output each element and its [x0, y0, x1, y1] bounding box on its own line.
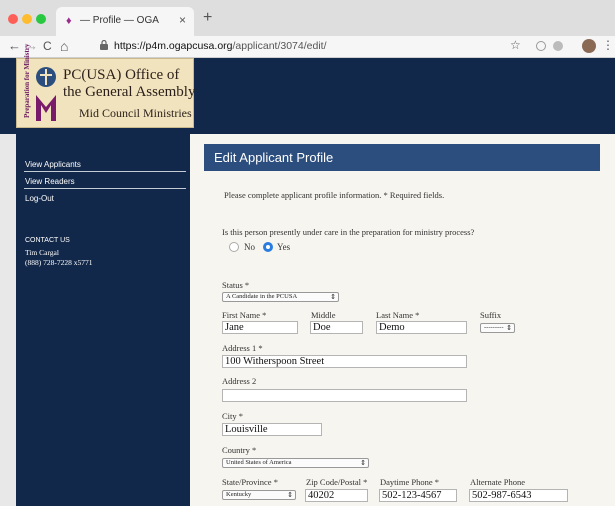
home-button[interactable]: ⌂ — [60, 38, 68, 54]
maximize-window-button[interactable] — [36, 14, 46, 24]
suffix-select-value: --------- — [484, 324, 504, 331]
city-input[interactable]: Louisville — [222, 423, 322, 436]
middle-name-label: Middle — [311, 310, 336, 320]
presbyterian-seal-icon — [36, 67, 56, 121]
daytime-phone-label: Daytime Phone * — [380, 477, 440, 487]
country-select-value: United States of America — [226, 459, 292, 466]
extension-icon[interactable] — [536, 41, 546, 51]
logo-title-line1: PC(USA) Office of — [63, 67, 180, 83]
under-care-yes-label: Yes — [277, 242, 291, 252]
main-panel: Edit Applicant Profile Please complete a… — [190, 134, 615, 506]
url-path: /applicant/3074/edit/ — [232, 40, 327, 52]
address1-label: Address 1 * — [222, 343, 263, 353]
bookmark-star-icon[interactable]: ☆ — [510, 38, 521, 52]
reload-button[interactable]: C — [43, 38, 52, 54]
country-select[interactable]: United States of America ⇕ — [222, 458, 369, 468]
state-select-value: Kentucky — [226, 491, 252, 498]
zip-label: Zip Code/Postal * — [306, 477, 368, 487]
last-name-input[interactable]: Demo — [376, 321, 467, 334]
minimize-window-button[interactable] — [22, 14, 32, 24]
tab-title: — Profile — OGA — [80, 15, 159, 26]
address-bar[interactable]: https://p4m.ogapcusa.org/applicant/3074/… — [96, 38, 526, 55]
country-label: Country * — [222, 445, 257, 455]
contact-phone: (888) 728-7228 x5771 — [25, 258, 93, 267]
favicon-icon: ♦ — [66, 15, 72, 27]
url-text: https://p4m.ogapcusa.org/applicant/3074/… — [114, 40, 327, 52]
status-select[interactable]: A Candidate in the PCUSA ⇕ — [222, 292, 339, 302]
first-name-label: First Name * — [222, 310, 267, 320]
profile-avatar[interactable] — [582, 39, 596, 53]
select-caret-icon: ⇕ — [330, 293, 336, 301]
address2-label: Address 2 — [222, 376, 257, 386]
browser-toolbar: ← → C ⌂ https://p4m.ogapcusa.org/applica… — [0, 36, 615, 58]
form-instructions: Please complete applicant profile inform… — [224, 190, 445, 200]
back-button[interactable]: ← — [8, 38, 21, 54]
lock-icon — [100, 40, 108, 50]
logo-subtitle: Mid Council Ministries — [79, 106, 192, 120]
state-label: State/Province * — [222, 477, 278, 487]
logo-title-line2: the General Assembly — [63, 84, 196, 100]
sidebar-divider — [24, 188, 186, 189]
middle-name-input[interactable]: Doe — [310, 321, 363, 334]
city-label: City * — [222, 411, 244, 421]
select-caret-icon: ⇕ — [506, 324, 512, 332]
tab-close-icon[interactable]: × — [179, 13, 186, 27]
select-caret-icon: ⇕ — [287, 491, 293, 499]
new-tab-button[interactable]: + — [203, 10, 212, 26]
sidebar-divider — [24, 171, 186, 172]
browser-tab-active[interactable]: ♦ — Profile — OGA × — [56, 7, 194, 36]
extension-icon[interactable] — [553, 41, 563, 51]
sidebar-item-view-applicants[interactable]: View Applicants — [25, 160, 81, 169]
suffix-select[interactable]: --------- ⇕ — [480, 323, 515, 333]
select-caret-icon: ⇕ — [360, 459, 366, 467]
logo-side-label: Preparation for Ministry — [20, 44, 32, 123]
page-title-bar: Edit Applicant Profile — [204, 144, 600, 171]
site-header: Preparation for Ministry PC(USA) Office … — [0, 44, 615, 134]
under-care-yes-radio[interactable] — [263, 242, 273, 252]
url-host: https://p4m.ogapcusa.org — [114, 40, 233, 52]
close-window-button[interactable] — [8, 14, 18, 24]
zip-input[interactable]: 40202 — [305, 489, 368, 502]
sidebar-item-log-out[interactable]: Log-Out — [25, 194, 54, 203]
browser-tab-bar: ♦ — Profile — OGA × + — [0, 0, 615, 36]
sidebar: View Applicants View Readers Log-Out CON… — [16, 134, 190, 506]
under-care-no-radio[interactable] — [229, 242, 239, 252]
address1-input[interactable]: 100 Witherspoon Street — [222, 355, 467, 368]
suffix-label: Suffix — [480, 310, 502, 320]
contact-heading: CONTACT US — [25, 237, 70, 244]
last-name-label: Last Name * — [376, 310, 420, 320]
address2-input[interactable] — [222, 389, 467, 402]
under-care-question: Is this person presently under care in t… — [222, 227, 475, 237]
contact-name: Tim Cargal — [25, 248, 59, 257]
daytime-phone-input[interactable]: 502-123-4567 — [379, 489, 457, 502]
state-select[interactable]: Kentucky ⇕ — [222, 490, 296, 500]
alternate-phone-input[interactable]: 502-987-6543 — [469, 489, 568, 502]
status-label: Status * — [222, 280, 250, 290]
alternate-phone-label: Alternate Phone — [470, 477, 525, 487]
sidebar-item-view-readers[interactable]: View Readers — [25, 177, 75, 186]
under-care-no-label: No — [244, 242, 255, 252]
browser-menu-icon[interactable]: ⋮ — [602, 38, 614, 52]
status-select-value: A Candidate in the PCUSA — [226, 293, 298, 300]
window-controls — [8, 14, 50, 26]
site-logo[interactable]: Preparation for Ministry PC(USA) Office … — [16, 44, 196, 128]
first-name-input[interactable]: Jane — [222, 321, 298, 334]
page-title: Edit Applicant Profile — [214, 150, 334, 165]
